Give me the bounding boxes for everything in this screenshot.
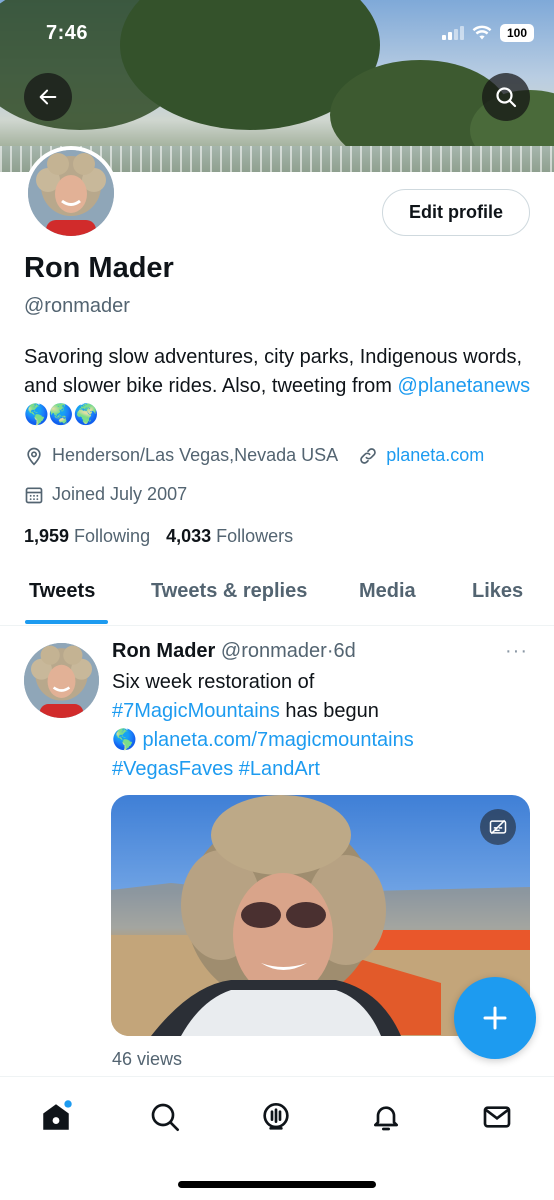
calendar-icon [24, 485, 44, 505]
notifications-icon [374, 1106, 398, 1131]
tab-tweets[interactable]: Tweets [29, 580, 95, 603]
captions-icon [489, 819, 507, 835]
profile-handle: @ronmader [24, 295, 130, 317]
profile-meta-row: Henderson/Las Vegas,Nevada USA planeta.c… [24, 445, 484, 466]
home-icon [43, 1100, 72, 1130]
following-label: Following [74, 526, 151, 546]
following-stat[interactable]: 1,959 Following [24, 526, 150, 547]
active-tab-indicator [25, 620, 108, 624]
profile-bio: Savoring slow adventures, city parks, In… [24, 343, 534, 430]
profile-tabs: Tweets Tweets & replies Media Likes [0, 566, 554, 626]
search-button[interactable] [482, 73, 530, 121]
plus-icon [483, 1006, 507, 1030]
messages-icon [483, 1106, 511, 1128]
profile-avatar[interactable] [24, 146, 118, 240]
followers-label: Followers [216, 526, 294, 546]
tab-tweets-replies[interactable]: Tweets & replies [151, 580, 307, 603]
tweet-line2-rest: has begun [279, 700, 379, 722]
search-icon [151, 1103, 179, 1131]
tweet-views: 46 views [112, 1049, 183, 1069]
profile-stats: 1,959 Following 4,033 Followers [24, 526, 293, 547]
profile-name: Ron Mader [24, 252, 174, 284]
edit-profile-button[interactable]: Edit profile [382, 189, 530, 236]
tweet-line1: Six week restoration of [112, 671, 315, 693]
wifi-icon [472, 25, 492, 40]
followers-count: 4,033 [166, 526, 212, 546]
nav-search[interactable] [145, 1097, 185, 1137]
tweet-header: Ron Mader @ronmader·6d [112, 640, 356, 663]
more-options-icon[interactable]: ··· [505, 640, 528, 663]
tweet-avatar[interactable] [24, 643, 99, 718]
profile-joined: Joined July 2007 [52, 484, 188, 504]
compose-tweet-button[interactable] [454, 977, 536, 1059]
hashtag-link-landart[interactable]: #LandArt [239, 758, 320, 780]
tweet-handle: @ronmader [220, 640, 327, 662]
tweet-url-link[interactable]: planeta.com/7magicmountains [142, 729, 413, 751]
nav-spaces[interactable] [256, 1097, 296, 1137]
profile-location: Henderson/Las Vegas,Nevada USA [52, 445, 339, 465]
tab-likes[interactable]: Likes [472, 580, 523, 603]
map-pin-icon [24, 446, 44, 466]
bio-mention-link[interactable]: @planetanews [398, 375, 531, 397]
status-time: 7:46 [46, 22, 89, 44]
back-button[interactable] [24, 73, 72, 121]
bio-emoji: 🌎🌏🌍 [24, 404, 99, 426]
nav-messages[interactable] [477, 1097, 517, 1137]
tweet-author[interactable]: Ron Mader [112, 640, 215, 662]
followers-stat[interactable]: 4,033 Followers [166, 526, 293, 547]
captions-button[interactable] [480, 809, 516, 845]
status-icons: 100 [442, 24, 534, 42]
nav-notifications[interactable] [366, 1097, 406, 1137]
profile-website-link[interactable]: planeta.com [386, 445, 484, 466]
tweet-text: Six week restoration of #7MagicMountains… [112, 668, 532, 784]
arrow-left-icon [39, 89, 57, 105]
following-count: 1,959 [24, 526, 70, 546]
avatar [28, 150, 114, 236]
profile-joined-row: Joined July 2007 [24, 484, 187, 505]
hashtag-link[interactable]: #7MagicMountains [112, 700, 280, 722]
link-icon [358, 446, 378, 466]
home-indicator [178, 1181, 376, 1188]
hashtag-link-vegasfaves[interactable]: #VegasFaves [112, 758, 233, 780]
search-icon [496, 87, 517, 108]
tweet-emoji: 🌎 [112, 729, 137, 751]
signal-icon [442, 26, 464, 40]
tweet-time: 6d [333, 640, 356, 662]
nav-home[interactable] [36, 1097, 76, 1137]
battery-icon: 100 [500, 24, 534, 42]
tab-media[interactable]: Media [359, 580, 416, 603]
spaces-icon [263, 1103, 289, 1130]
